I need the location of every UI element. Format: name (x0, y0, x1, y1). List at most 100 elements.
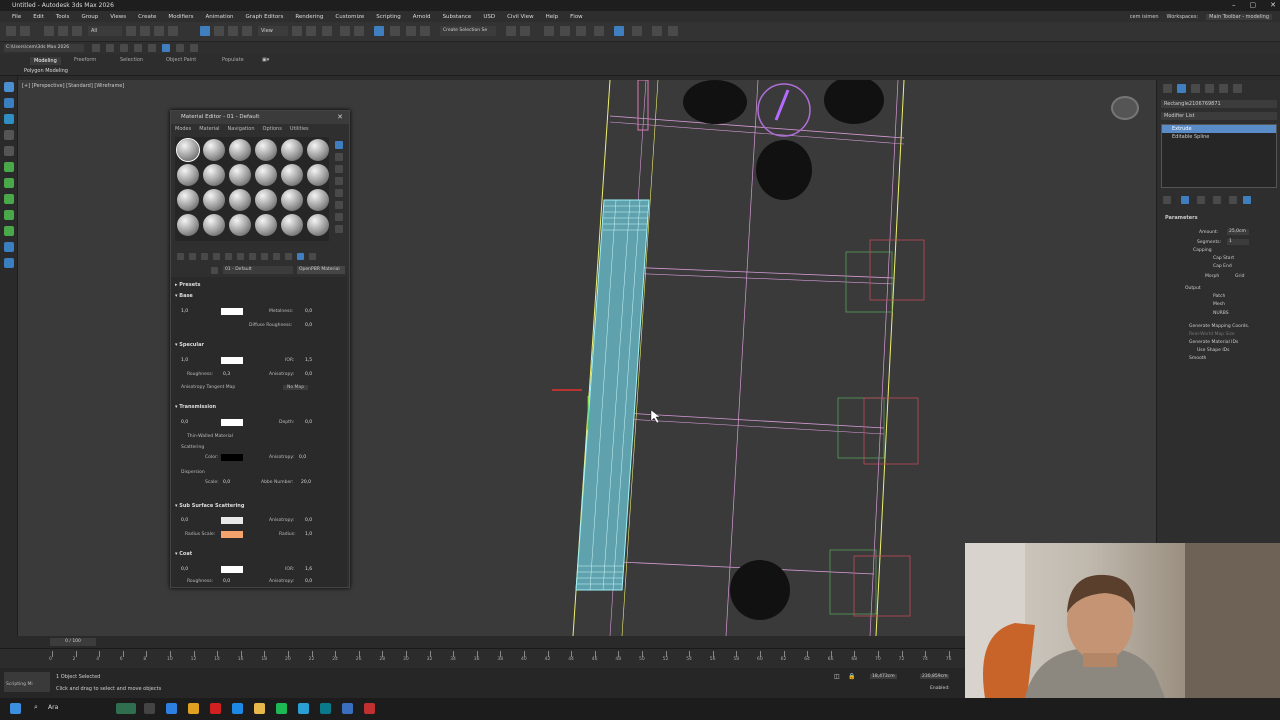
pivot-center-icon[interactable] (292, 26, 302, 36)
select-filter-icon[interactable] (4, 114, 14, 124)
spinner-snap-icon[interactable] (390, 26, 400, 36)
rendered-frame-icon[interactable] (632, 26, 642, 36)
utilities-tab-icon[interactable] (1233, 84, 1242, 93)
curve-editor-icon[interactable] (560, 26, 570, 36)
transmission-color-swatch[interactable] (221, 419, 243, 426)
sample-slot[interactable] (255, 139, 277, 161)
object-name-field[interactable]: Rectangle2106769871 (1161, 100, 1277, 108)
specular-color-swatch[interactable] (221, 357, 243, 364)
scatter-color-swatch[interactable] (221, 454, 243, 461)
sample-slot[interactable] (229, 139, 251, 161)
patch-radio[interactable]: Patch (1213, 294, 1225, 299)
thin-walled-checkbox[interactable]: Thin-Walled Material (187, 434, 233, 439)
sample-slot[interactable] (229, 164, 251, 186)
menu-tools[interactable]: Tools (50, 14, 76, 20)
menu-customize[interactable]: Customize (329, 14, 370, 20)
window-crossing-icon[interactable] (168, 26, 178, 36)
presets-rollout[interactable]: ▸ Presets (175, 282, 341, 288)
depth-value[interactable]: 0,0 (305, 420, 312, 425)
make-unique-icon[interactable] (1197, 196, 1205, 204)
task-view-icon[interactable] (144, 703, 155, 714)
anisotropy-value[interactable]: 0,0 (305, 372, 312, 377)
show-end-result-icon[interactable] (1181, 196, 1189, 204)
sample-slot[interactable] (307, 139, 329, 161)
unlink-icon[interactable] (58, 26, 68, 36)
sample-slot[interactable] (177, 164, 199, 186)
taskbar-search[interactable]: Ara (48, 704, 58, 711)
minimize-icon[interactable]: – (1232, 0, 1236, 11)
x-coordinate[interactable]: 18,473cm (870, 674, 897, 679)
make-preview-icon[interactable] (335, 201, 343, 209)
smooth-checkbox[interactable]: Smooth (1189, 356, 1206, 361)
render-setup-icon[interactable] (614, 26, 624, 36)
align-icon[interactable] (506, 26, 516, 36)
placement-icon[interactable] (242, 26, 252, 36)
show-shaded-icon[interactable] (273, 253, 280, 260)
stack-item-extrude[interactable]: Extrude (1162, 125, 1276, 133)
user-name[interactable]: cem isimen (1130, 14, 1159, 20)
scale-value[interactable]: 0,0 (223, 480, 230, 485)
open-icon[interactable] (120, 44, 128, 52)
configure-sets-icon[interactable] (1229, 196, 1237, 204)
scripting-label[interactable]: Scripting Mi (6, 682, 33, 687)
new-icon[interactable] (134, 44, 142, 52)
base-color-swatch[interactable] (221, 308, 243, 315)
radius-scale-swatch[interactable] (221, 531, 243, 538)
track-bar[interactable]: 0 2 4 6 8 10 12 14 16 18 20 22 24 26 28 30 32 34 36 38 40 42 4… (0, 648, 965, 668)
sample-slot[interactable] (177, 214, 199, 236)
menu-edit[interactable]: Edit (27, 14, 50, 20)
go-forward-icon[interactable] (309, 253, 316, 260)
scale-icon[interactable] (228, 26, 238, 36)
keyboard-shortcut-icon[interactable] (322, 26, 332, 36)
lock-icon[interactable]: 🔒 (848, 673, 855, 680)
angle-snap-icon[interactable] (354, 26, 364, 36)
menu-rendering[interactable]: Rendering (289, 14, 329, 20)
close-icon[interactable]: ✕ (1270, 0, 1276, 11)
snaps-toggle-icon[interactable] (340, 26, 350, 36)
background-icon[interactable] (335, 165, 343, 173)
coat-weight[interactable]: 0,0 (181, 567, 188, 572)
menu-flow[interactable]: Flow (564, 14, 589, 20)
menu-group[interactable]: Group (75, 14, 104, 20)
selection-filter-dropdown[interactable]: All (88, 26, 122, 36)
backlight-icon[interactable] (335, 153, 343, 161)
sss-aniso-value[interactable]: 0,0 (305, 518, 312, 523)
windows-start-icon[interactable] (10, 703, 21, 714)
specular-rollout[interactable]: ▾ Specular (175, 342, 341, 348)
sample-slot[interactable] (203, 214, 225, 236)
sample-slot[interactable] (281, 139, 303, 161)
select-by-name-icon[interactable] (140, 26, 150, 36)
coat-color-swatch[interactable] (221, 566, 243, 573)
menu-help[interactable]: Help (540, 14, 565, 20)
ior-value[interactable]: 1,5 (305, 358, 312, 363)
widgets-icon[interactable] (116, 703, 136, 714)
select-by-material-icon[interactable] (335, 225, 343, 233)
close-icon[interactable]: ✕ (337, 113, 343, 121)
telegram-icon[interactable] (298, 703, 309, 714)
menu-usd[interactable]: USD (477, 14, 501, 20)
scene-explorer-icon[interactable] (520, 26, 530, 36)
render-online-icon[interactable] (668, 26, 678, 36)
layer-explorer-icon[interactable] (544, 26, 554, 36)
menu-utilities[interactable]: Utilities (290, 126, 309, 132)
video-check-icon[interactable] (335, 189, 343, 197)
cameras-icon[interactable] (4, 226, 14, 236)
explorer-icon[interactable] (4, 98, 14, 108)
metalness-value[interactable]: 0,0 (305, 309, 312, 314)
bind-space-warp-icon[interactable] (72, 26, 82, 36)
modify-tab-icon[interactable] (1177, 84, 1186, 93)
no-map-button[interactable]: No Map (283, 385, 309, 390)
create-selection-set-dropdown[interactable]: Create Selection Se (440, 26, 496, 36)
isolate-icon[interactable]: ◫ (834, 673, 840, 680)
reset-icon[interactable] (148, 44, 156, 52)
sample-slot[interactable] (307, 164, 329, 186)
rotate-icon[interactable] (214, 26, 224, 36)
morph-radio[interactable]: Morph (1205, 274, 1219, 279)
grid-radio[interactable]: Grid (1235, 274, 1244, 279)
workspace-select[interactable]: Main Toolbar - modeling (1206, 13, 1272, 20)
sample-slot[interactable] (203, 189, 225, 211)
time-slider-thumb[interactable]: 0 / 100 (50, 638, 96, 646)
ribbon-tab-object-paint[interactable]: Object Paint (166, 57, 196, 63)
go-to-parent-icon[interactable] (297, 253, 304, 260)
menu-file[interactable]: File (6, 14, 27, 20)
